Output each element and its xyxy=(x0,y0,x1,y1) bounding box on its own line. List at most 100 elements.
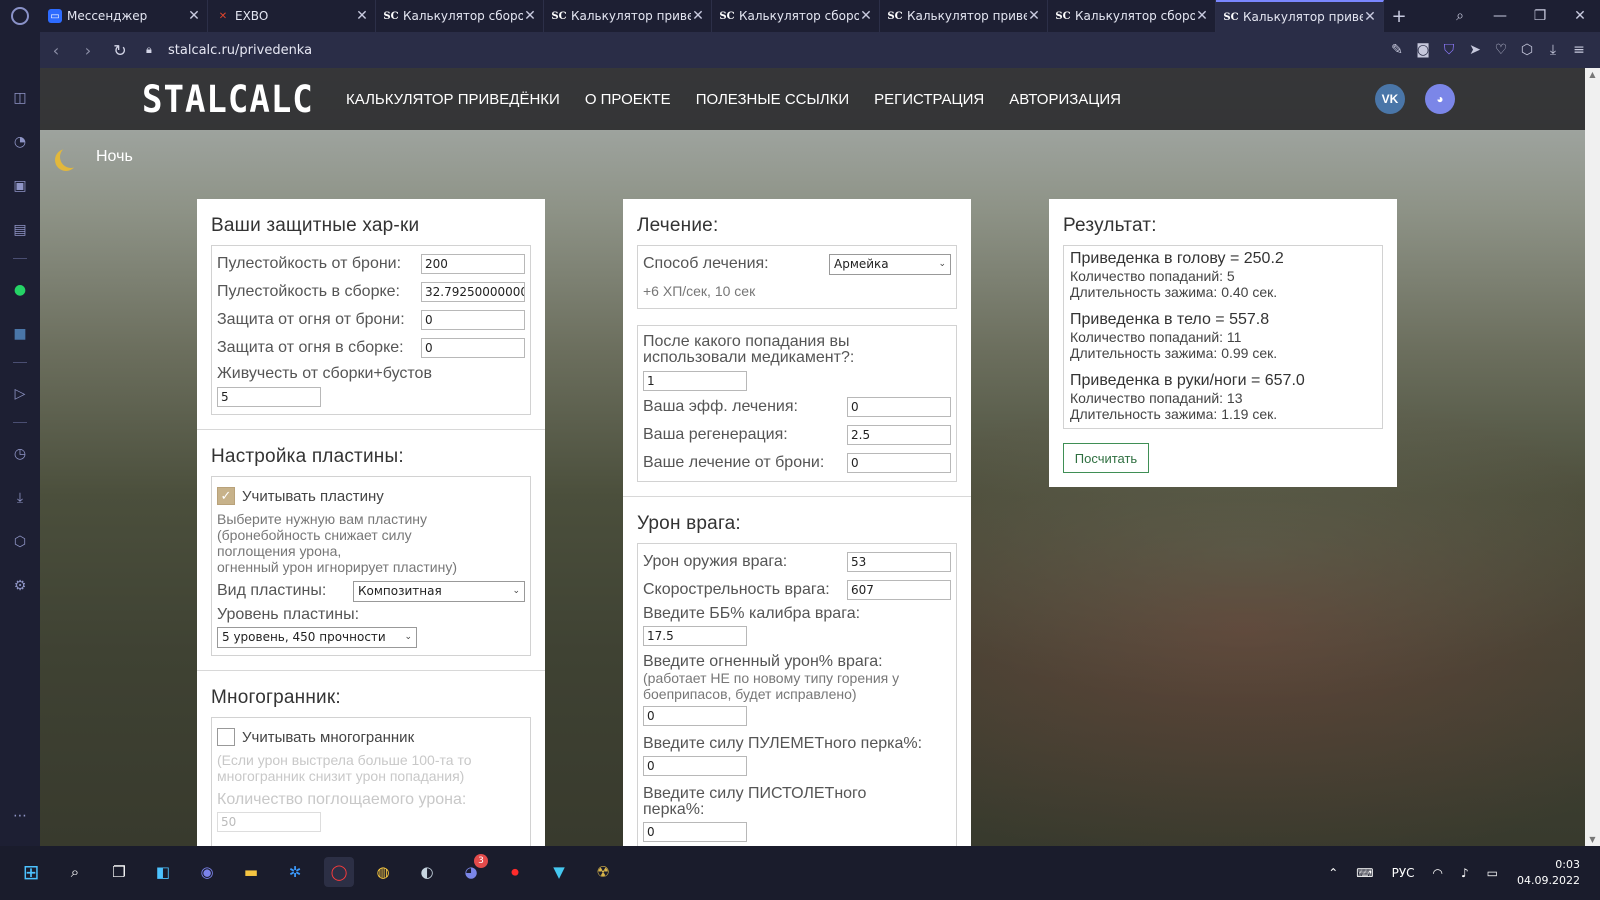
file-explorer-icon[interactable]: ▬ xyxy=(236,857,266,887)
history-icon[interactable]: ◷ xyxy=(10,444,30,464)
close-tab-icon[interactable]: ✕ xyxy=(691,8,705,24)
discord-link-icon[interactable]: ◕ xyxy=(1425,84,1455,114)
whatsapp-icon[interactable]: ● xyxy=(10,280,30,300)
volume-icon[interactable]: ♪ xyxy=(1461,866,1469,880)
close-window-icon[interactable]: ✕ xyxy=(1560,8,1600,24)
scroll-up-icon[interactable]: ▲ xyxy=(1585,70,1600,79)
poly-checkbox-row[interactable]: Учитывать многогранник xyxy=(217,722,525,752)
keyboard-icon[interactable]: ⌨ xyxy=(1356,866,1373,880)
close-tab-icon[interactable]: ✕ xyxy=(523,8,537,24)
opera-taskbar-icon[interactable]: ◯ xyxy=(324,857,354,887)
close-tab-icon[interactable]: ✕ xyxy=(1027,8,1041,24)
teams-chat-icon[interactable]: ◉ xyxy=(192,857,222,887)
back-icon[interactable]: ‹ xyxy=(40,41,72,60)
calculate-button[interactable]: Посчитать xyxy=(1063,443,1149,473)
build-bullet-resist-input[interactable]: 32.79250000000 xyxy=(421,282,525,302)
battery-icon[interactable]: ▭ xyxy=(1487,866,1498,880)
task-view-icon[interactable]: ❐ xyxy=(104,857,134,887)
twitch-icon[interactable]: ▤ xyxy=(10,220,30,240)
language-indicator[interactable]: РУС xyxy=(1392,866,1415,880)
player-icon[interactable]: ▷ xyxy=(10,384,30,404)
close-tab-icon[interactable]: ✕ xyxy=(1195,8,1209,24)
search-icon[interactable]: ⌕ xyxy=(60,857,90,887)
plate-type-select[interactable]: Композитная ⌄ xyxy=(353,580,525,602)
plate-checkbox[interactable]: ✓ xyxy=(217,487,235,505)
armor-fire-protection-input[interactable]: 0 xyxy=(421,310,525,330)
lock-icon[interactable]: 🔒︎ xyxy=(146,43,162,57)
more-icon[interactable]: ⋯ xyxy=(10,806,30,826)
download-icon[interactable]: ⤓ xyxy=(1540,42,1566,58)
extensions-icon[interactable]: ⬡ xyxy=(10,532,30,552)
nav-calculator[interactable]: КАЛЬКУЛЯТОР ПРИВЕДЁНКИ xyxy=(346,91,560,108)
armor-bullet-resist-input[interactable]: 200 xyxy=(421,254,525,274)
nav-register[interactable]: РЕГИСТРАЦИЯ xyxy=(874,91,984,108)
steam-icon[interactable]: ◐ xyxy=(412,857,442,887)
opera-menu-icon[interactable] xyxy=(0,0,40,32)
enemy-fire-input[interactable]: 0 xyxy=(643,706,747,726)
store-icon[interactable]: ✲ xyxy=(280,857,310,887)
new-tab-icon[interactable]: + xyxy=(1384,0,1414,32)
poly-checkbox[interactable] xyxy=(217,728,235,746)
regeneration-input[interactable]: 2.5 xyxy=(847,425,951,445)
pistol-perk-input[interactable]: 0 xyxy=(643,822,747,842)
heart-icon[interactable]: ♡ xyxy=(1488,42,1514,58)
tab-stalcalc-builds[interactable]: SC Калькулятор сборок ✕ xyxy=(376,0,544,32)
close-tab-icon[interactable]: ✕ xyxy=(859,8,873,24)
poly-absorb-input[interactable]: 50 xyxy=(217,812,321,832)
plate-level-select[interactable]: 5 уровень, 450 прочности ⌄ xyxy=(217,627,417,648)
radiation-icon[interactable]: ☢ xyxy=(588,857,618,887)
enemy-ap-input[interactable]: 17.5 xyxy=(643,626,747,646)
forward-icon[interactable]: › xyxy=(72,41,104,60)
close-tab-icon[interactable]: ✕ xyxy=(187,8,201,24)
tab-stalcalc-privedenka-active[interactable]: SC Калькулятор приведёнки ✕ xyxy=(1216,0,1384,32)
heal-efficiency-input[interactable]: 0 xyxy=(847,397,951,417)
speedometer-icon[interactable]: ◔ xyxy=(10,132,30,152)
close-tab-icon[interactable]: ✕ xyxy=(1363,9,1377,25)
vitality-input[interactable]: 5 xyxy=(217,387,321,407)
record-icon[interactable]: ⏺ xyxy=(500,857,530,887)
enemy-fire-rate-input[interactable]: 607 xyxy=(847,580,951,600)
close-tab-icon[interactable]: ✕ xyxy=(355,8,369,24)
tab-exbo[interactable]: ✕ EXBO ✕ xyxy=(208,0,376,32)
reload-icon[interactable]: ↻ xyxy=(104,41,136,60)
edit-icon[interactable]: ✎ xyxy=(1384,42,1410,58)
discord-taskbar-icon[interactable]: ◕ 3 xyxy=(456,854,488,887)
downloads-icon[interactable]: ⤓ xyxy=(10,488,30,508)
windows-start-icon[interactable]: ⊞ xyxy=(16,857,46,887)
wifi-icon[interactable]: ◠ xyxy=(1433,866,1443,880)
scroll-down-icon[interactable]: ▼ xyxy=(1585,835,1600,844)
minimize-icon[interactable]: — xyxy=(1480,8,1520,24)
healing-method-select[interactable]: Армейка ⌄ xyxy=(829,253,951,275)
camera-icon[interactable]: ◙ xyxy=(1410,42,1436,58)
armor-healing-input[interactable]: 0 xyxy=(847,453,951,473)
after-hit-input[interactable]: 1 xyxy=(643,371,747,391)
tab-stalcalc-builds[interactable]: SC Калькулятор сборок ✕ xyxy=(712,0,880,32)
search-tabs-icon[interactable]: ⌕ xyxy=(1440,8,1480,24)
tab-stalcalc-privedenka[interactable]: SC Калькулятор приведёнки ✕ xyxy=(544,0,712,32)
vpn-shield-icon[interactable]: ⛉ xyxy=(1436,42,1462,58)
settings-gear-icon[interactable]: ⚙ xyxy=(10,576,30,596)
nav-login[interactable]: АВТОРИЗАЦИЯ xyxy=(1009,91,1121,108)
box-icon[interactable]: ⬡ xyxy=(1514,42,1540,58)
site-logo[interactable]: STALCALC xyxy=(142,78,314,122)
send-icon[interactable]: ➤ xyxy=(1462,42,1488,58)
vk-link-icon[interactable]: VK xyxy=(1375,84,1405,114)
night-mode-toggle[interactable]: Ночь xyxy=(56,146,133,168)
mg-perk-input[interactable]: 0 xyxy=(643,756,747,776)
tab-stalcalc-privedenka[interactable]: SC Калькулятор приведёнки ✕ xyxy=(880,0,1048,32)
plate-checkbox-row[interactable]: ✓ Учитывать пластину xyxy=(217,481,525,511)
page-scrollbar[interactable]: ▲ ▼ xyxy=(1585,68,1600,846)
url-field[interactable]: stalcalc.ru/privedenka xyxy=(168,43,312,58)
tab-messenger[interactable]: ▭ Мессенджер ✕ xyxy=(40,0,208,32)
vk-icon[interactable]: ■ xyxy=(10,324,30,344)
menu-icon[interactable]: ≡ xyxy=(1566,42,1592,58)
enemy-damage-input[interactable]: 53 xyxy=(847,552,951,572)
shield-app-icon[interactable]: ▼ xyxy=(544,857,574,887)
clock[interactable]: 0:03 04.09.2022 xyxy=(1517,857,1580,889)
chrome-icon[interactable]: ◍ xyxy=(368,857,398,887)
nav-links[interactable]: ПОЛЕЗНЫЕ ССЫЛКИ xyxy=(696,91,849,108)
gamepad-icon[interactable]: ◫ xyxy=(10,88,30,108)
restore-icon[interactable]: ❐ xyxy=(1520,8,1560,24)
build-fire-protection-input[interactable]: 0 xyxy=(421,338,525,358)
bag-icon[interactable]: ▣ xyxy=(10,176,30,196)
